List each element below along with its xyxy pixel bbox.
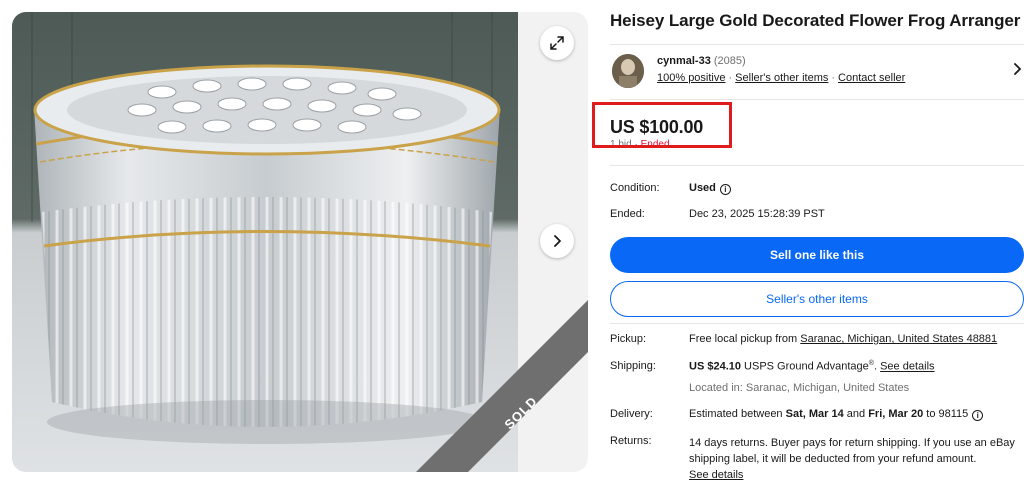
shipping-service: USPS Ground Advantage — [740, 360, 869, 373]
seller-feedback-score: (2085) — [713, 55, 746, 67]
listing-info-panel: Heisey Large Gold Decorated Flower Frog … — [592, 0, 1024, 488]
pickup-value: Free local pickup from Saranac, Michigan… — [689, 333, 997, 345]
condition-value: Used — [689, 182, 716, 194]
item-photo-illustration — [12, 12, 518, 472]
shipping-label: Shipping: — [610, 360, 656, 372]
expand-image-button[interactable] — [540, 26, 574, 60]
seller-other-items-link[interactable]: Seller's other items — [735, 72, 828, 84]
divider — [610, 165, 1024, 166]
shipping-price: US $24.10 — [689, 360, 741, 373]
delivery-and: and — [843, 408, 869, 420]
condition-label: Condition: — [610, 182, 660, 194]
seller-username[interactable]: cynmal-33 — [657, 55, 711, 67]
ended-label: Ended: — [610, 208, 645, 220]
chevron-right-icon — [554, 235, 561, 247]
next-image-button[interactable] — [540, 224, 574, 258]
delivery-end: Fri, Mar 20 — [868, 408, 924, 420]
info-icon[interactable]: i — [719, 184, 731, 195]
condition-value-line: Used i — [689, 182, 731, 195]
seller-avatar[interactable] — [612, 54, 644, 88]
delivery-info-icon[interactable]: i — [972, 410, 984, 421]
delivery-zip: to 98115 — [923, 408, 969, 420]
seller-links: 100% positive · Seller's other items · Conta… — [657, 72, 906, 84]
returns-see-details-link[interactable]: See details — [689, 469, 743, 481]
pickup-label: Pickup: — [610, 333, 647, 345]
shipping-value: US $24.10 USPS Ground Advantage®. See de… — [689, 360, 935, 373]
shipping-see-details-link[interactable]: See details — [880, 361, 934, 373]
item-photo[interactable] — [12, 12, 518, 472]
expand-icon — [550, 36, 564, 50]
seller-card[interactable]: cynmal-33 (2085) 100% positive · Seller's … — [610, 44, 1024, 100]
delivery-prefix: Estimated between — [689, 408, 786, 420]
pickup-text: Free local pickup from — [689, 333, 801, 345]
returns-value: 14 days returns. Buyer pays for return s… — [689, 435, 1019, 483]
ended-value: Dec 23, 2025 15:28:39 PST — [689, 208, 825, 220]
seller-feedback-link[interactable]: 100% positive — [657, 72, 726, 84]
sell-one-like-this-button[interactable]: Sell one like this — [610, 237, 1024, 273]
seller-name-line: cynmal-33 (2085) — [657, 55, 746, 67]
image-gallery: SOLD — [12, 12, 588, 472]
delivery-value: Estimated between Sat, Mar 14 and Fri, M… — [689, 408, 984, 421]
returns-label: Returns: — [610, 435, 652, 447]
delivery-start: Sat, Mar 14 — [785, 408, 844, 420]
sellers-other-items-button[interactable]: Seller's other items — [610, 281, 1024, 317]
located-in: Located in: Saranac, Michigan, United St… — [689, 382, 910, 394]
delivery-label: Delivery: — [610, 408, 653, 420]
price-highlight-box — [592, 102, 732, 148]
pickup-location-link[interactable]: Saranac, Michigan, United States 48881 — [800, 333, 997, 345]
seller-chevron-icon[interactable] — [1012, 62, 1022, 79]
divider — [610, 323, 1024, 324]
returns-text: 14 days returns. Buyer pays for return s… — [689, 437, 1015, 465]
contact-seller-link[interactable]: Contact seller — [838, 72, 905, 84]
listing-title: Heisey Large Gold Decorated Flower Frog … — [610, 11, 1021, 30]
